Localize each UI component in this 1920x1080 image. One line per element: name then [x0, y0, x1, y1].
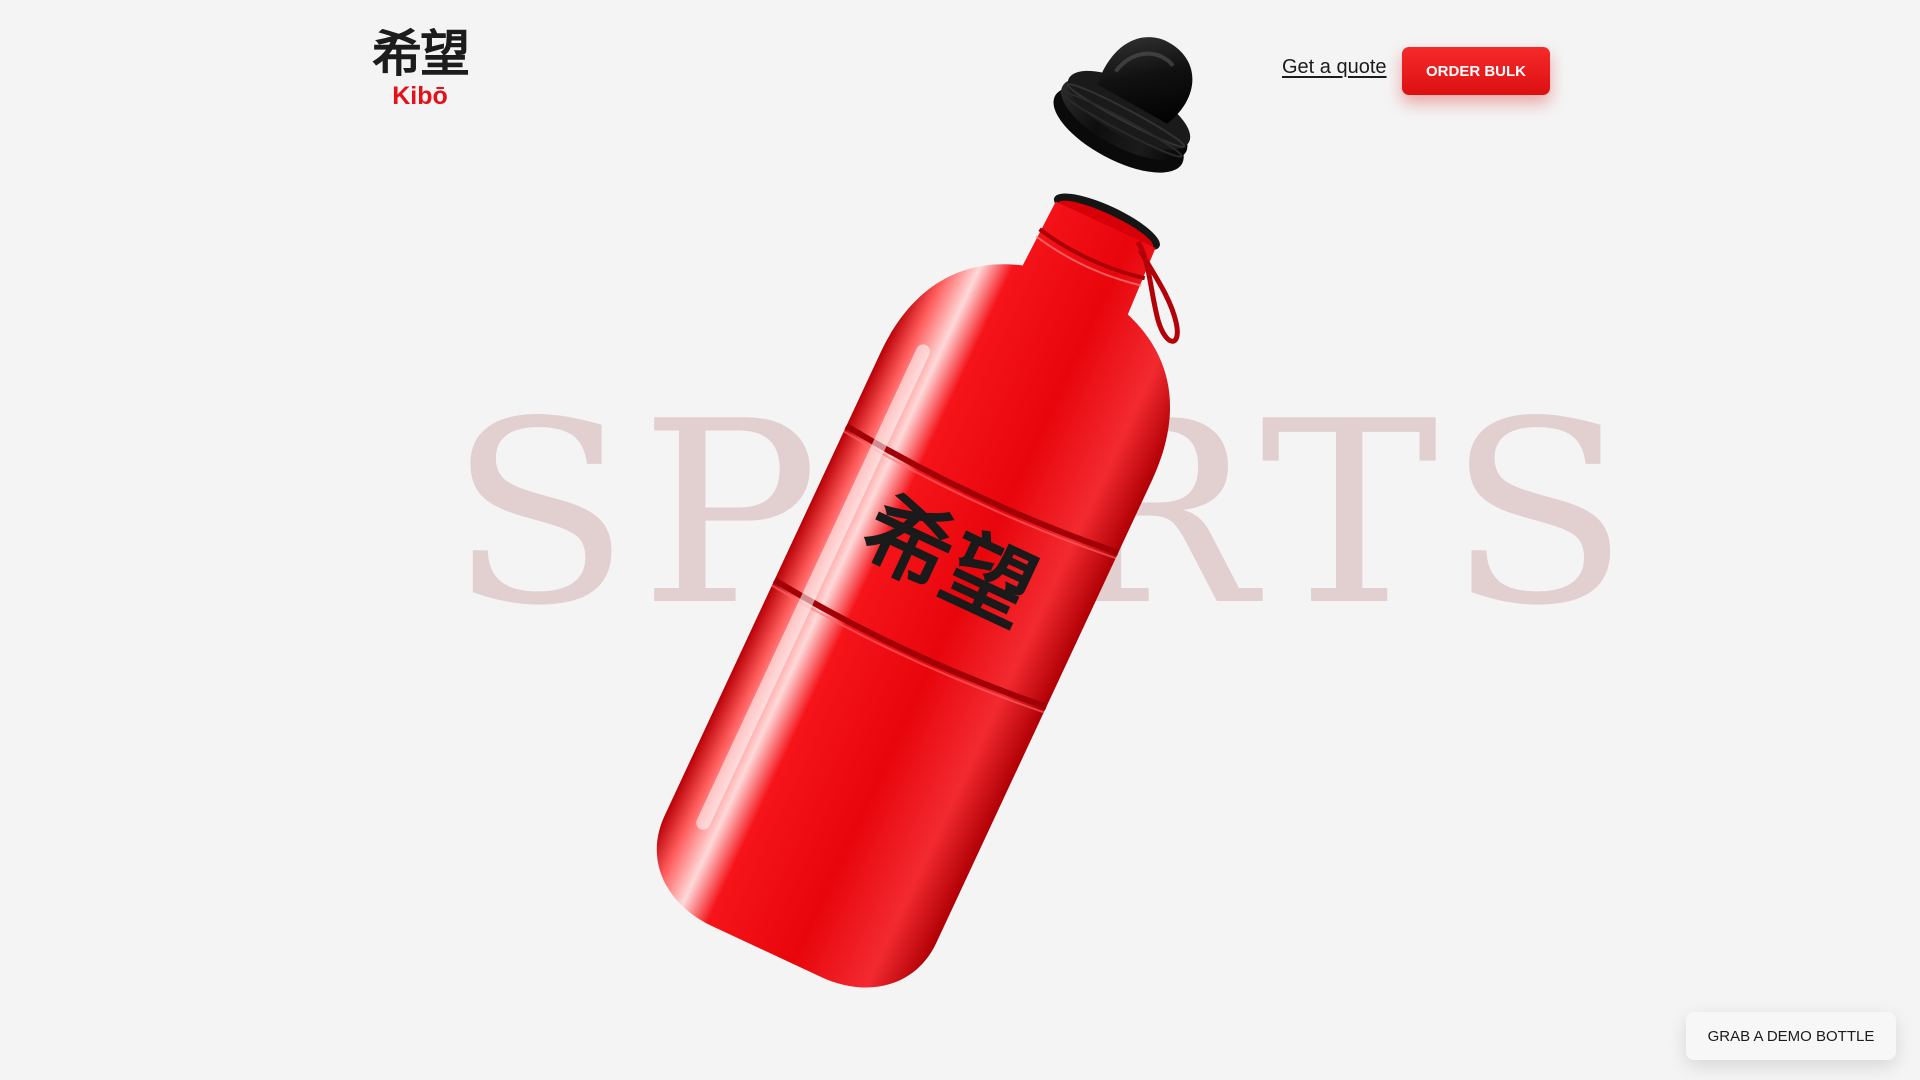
- grab-demo-bottle-button[interactable]: GRAB A DEMO BOTTLE: [1686, 1012, 1896, 1060]
- bottle-strap: [1135, 240, 1180, 344]
- get-a-quote-link[interactable]: Get a quote: [1282, 56, 1387, 79]
- order-bulk-button[interactable]: ORDER BULK: [1402, 47, 1550, 95]
- landing-page: 希望 Kibō Get a quote ORDER BULK SPORTS 希望…: [0, 0, 1920, 1080]
- hero-background-word: SPORTS: [448, 368, 1639, 661]
- brand-logo[interactable]: 希望 Kibō: [368, 26, 472, 110]
- logo-kanji: 希望: [372, 25, 470, 83]
- logo-wordmark: Kibō: [392, 82, 448, 110]
- bottle-cap: [1053, 37, 1193, 173]
